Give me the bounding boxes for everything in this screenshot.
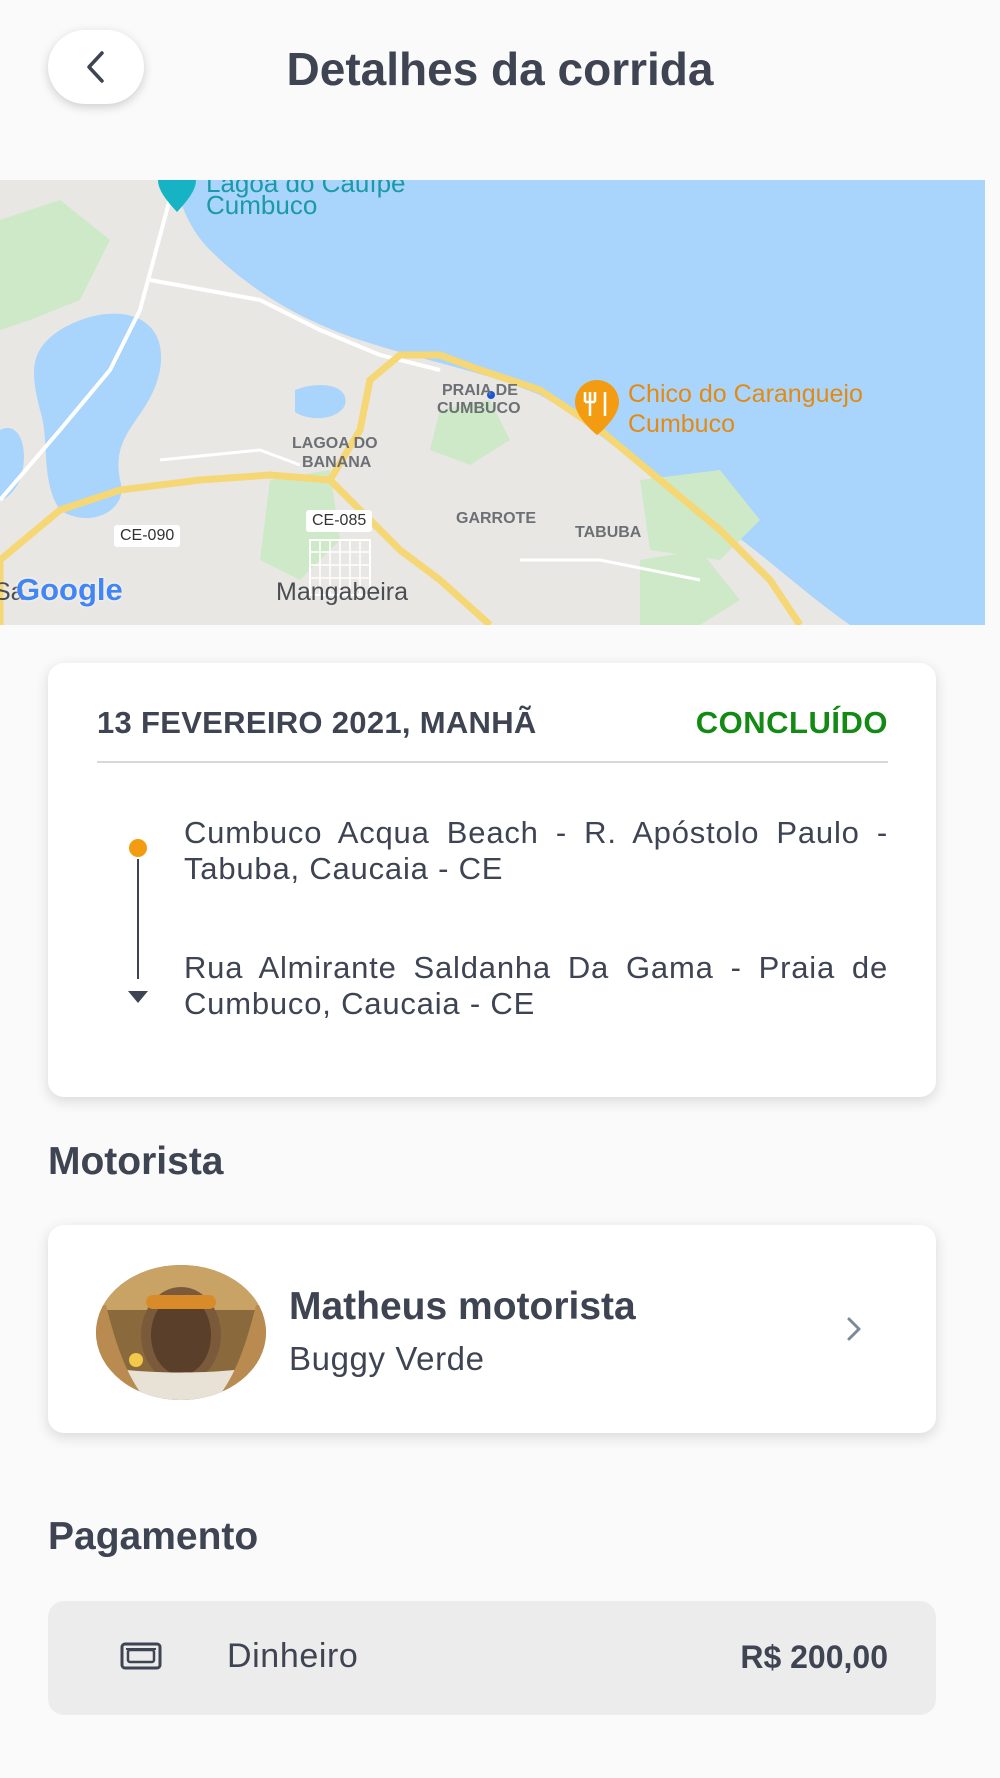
driver-section-title: Motorista [48,1140,224,1183]
payment-card: Dinheiro R$ 200,00 [48,1601,936,1715]
destination-address: Rua Almirante Saldanha Da Gama - Praia d… [184,950,888,1021]
map-label-garrote: GARROTE [456,510,536,527]
ride-date: 13 FEVEREIRO 2021, MANHÃ [97,705,537,740]
driver-card[interactable]: Matheus motorista Buggy Verde [48,1225,936,1433]
divider [97,761,888,763]
map-label-praia-de: PRAIA DE [442,382,518,399]
map-label-ce090: CE-090 [114,525,181,547]
destination-arrow-icon [128,991,148,1003]
payment-amount: R$ 200,00 [740,1639,888,1675]
map-label-tabuba: TABUBA [575,524,642,541]
map-label-lagoa-banana-2: BANANA [302,454,372,471]
origin-dot-icon [129,839,147,857]
driver-name: Matheus motorista [289,1285,636,1328]
map-label-praia-cumbuco: CUMBUCO [437,400,521,417]
route-line [137,859,139,979]
map-label-ce085: CE-085 [306,510,373,532]
map-label-restaurant-1[interactable]: Chico do Caranguejo [628,380,863,409]
chevron-right-icon [847,1317,861,1341]
map-label-lagoa-banana-1: LAGOA DO [292,435,378,452]
route-map[interactable]: Lagoa do Cauípe Cumbuco PRAIA DE CUMBUCO… [0,180,985,625]
map-label-cumbuco: Cumbuco [206,190,318,220]
cash-icon [120,1642,162,1670]
driver-vehicle: Buggy Verde [289,1340,485,1377]
header-bar: Detalhes da corrida [0,0,1000,180]
ride-details-card: 13 FEVEREIRO 2021, MANHÃ CONCLUÍDO Cumbu… [48,663,936,1097]
map-label-mangabeira: Mangabeira [276,578,409,606]
page-title: Detalhes da corrida [286,43,714,95]
map-label-restaurant-2[interactable]: Cumbuco [628,410,735,439]
status-badge: CONCLUÍDO [695,705,888,740]
payment-section-title: Pagamento [48,1515,259,1558]
avatar [96,1265,266,1400]
origin-address: Cumbuco Acqua Beach - R. Apóstolo Paulo … [184,815,888,886]
payment-method: Dinheiro [227,1637,359,1675]
google-logo: Google [16,572,123,607]
